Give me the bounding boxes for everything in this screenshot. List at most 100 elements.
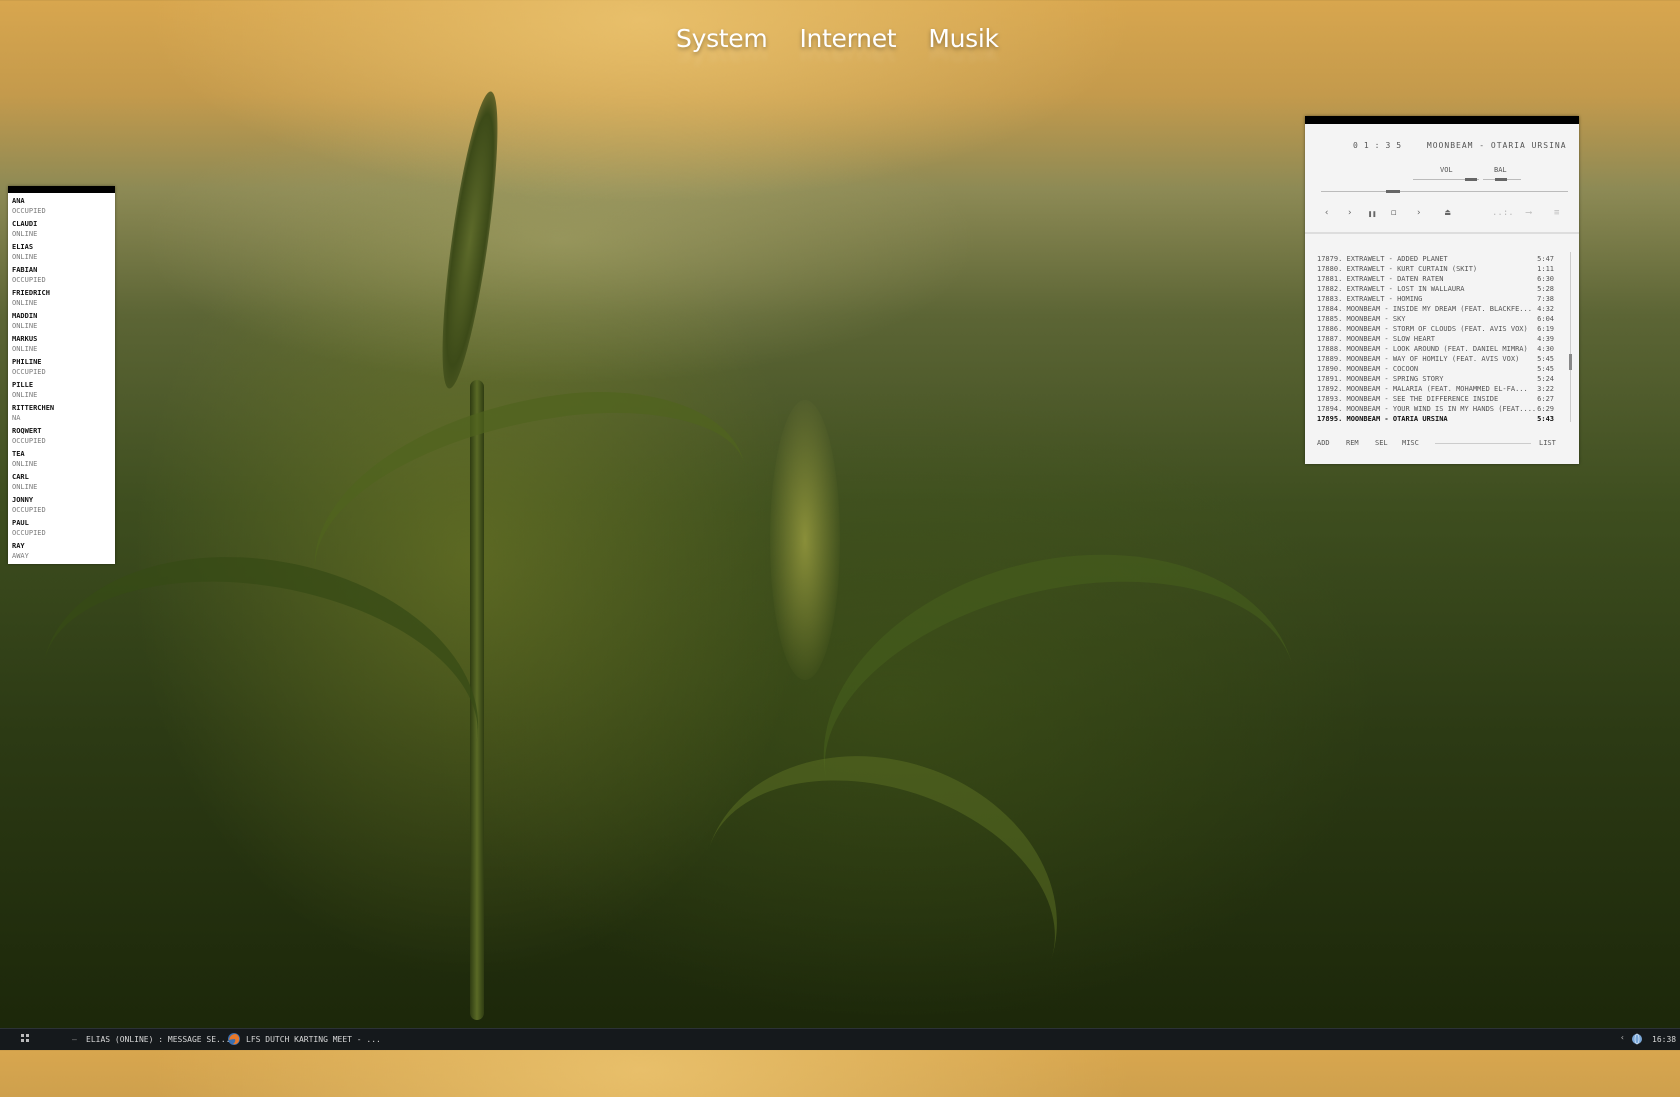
buddy-item[interactable]: Roqwert occupied xyxy=(12,426,115,449)
playlist-row[interactable]: 17891. Moonbeam - Spring Story 5:24 xyxy=(1317,374,1554,384)
buddy-item[interactable]: Maddin online xyxy=(12,311,115,334)
buddy-item[interactable]: Friedrich online xyxy=(12,288,115,311)
buddy-name: Roqwert xyxy=(12,427,42,435)
rewind-button[interactable]: › xyxy=(1347,208,1352,218)
track-length: 1:11 xyxy=(1537,265,1554,273)
track-length: 5:45 xyxy=(1537,355,1554,363)
buddy-item[interactable]: Fabian occupied xyxy=(12,265,115,288)
playlist-row[interactable]: 17885. Moonbeam - Sky 6:04 xyxy=(1317,314,1554,324)
track-name: 17886. Moonbeam - Storm of Clouds (Feat.… xyxy=(1317,325,1528,333)
buddy-list-window: Ana occupied Claudi online Elias online Fabian… xyxy=(8,186,115,564)
buddy-name: Carl xyxy=(12,473,29,481)
playlist-add-button[interactable]: ADD xyxy=(1317,439,1330,447)
track-name: 17885. Moonbeam - Sky xyxy=(1317,315,1406,323)
track-name: 17889. Moonbeam - Way of Homily (Feat. A… xyxy=(1317,355,1520,363)
buddy-status: occupied xyxy=(12,276,46,284)
track-name: 17881. Extrawelt - Daten Raten xyxy=(1317,275,1444,283)
eject-button[interactable]: ⏏ xyxy=(1445,208,1450,218)
playlist-row[interactable]: 17893. Moonbeam - See the Difference Ins… xyxy=(1317,394,1554,404)
balance-label: BAL xyxy=(1494,166,1507,174)
visualizer-dots[interactable]: ..:. xyxy=(1492,208,1514,218)
launcher-musik[interactable]: Musik xyxy=(928,24,999,53)
playlist-row[interactable]: 17880. Extrawelt - Kurt Curtain (Skit) 1:… xyxy=(1317,264,1554,274)
seek-bar-knob[interactable] xyxy=(1386,190,1400,193)
playlist-row[interactable]: 17882. Extrawelt - Lost in Wallaura 5:28 xyxy=(1317,284,1554,294)
playlist-scrollbar[interactable] xyxy=(1569,252,1572,422)
buddy-item[interactable]: Pille online xyxy=(12,380,115,403)
previous-button[interactable]: ‹ xyxy=(1324,208,1329,218)
track-length: 5:28 xyxy=(1537,285,1554,293)
apps-grid-icon[interactable] xyxy=(20,1033,30,1045)
volume-slider-knob[interactable] xyxy=(1465,178,1477,181)
player-titlebar[interactable] xyxy=(1305,116,1579,124)
track-length: 4:39 xyxy=(1537,335,1554,343)
buddy-item[interactable]: Ritterchen na xyxy=(12,403,115,426)
clock: 16:38 xyxy=(1652,1035,1677,1044)
track-length: 4:32 xyxy=(1537,305,1554,313)
task-pidgin-chat[interactable]: Elias (online) : Message Se... xyxy=(86,1035,231,1044)
track-length: 5:24 xyxy=(1537,375,1554,383)
playlist-list-button[interactable]: LIST xyxy=(1539,439,1556,447)
buddy-item[interactable]: Markus online xyxy=(12,334,115,357)
taskbar: – Elias (online) : Message Se... LFS Dut… xyxy=(0,1028,1680,1050)
track-length: 7:38 xyxy=(1537,295,1554,303)
buddy-item[interactable]: Jonny occupied xyxy=(12,495,115,518)
track-length: 3:22 xyxy=(1537,385,1554,393)
wallpaper-leaf xyxy=(295,370,765,672)
playlist-row[interactable]: 17881. Extrawelt - Daten Raten 6:30 xyxy=(1317,274,1554,284)
seek-bar[interactable] xyxy=(1321,191,1568,192)
pause-button[interactable]: ❚❚ xyxy=(1368,210,1376,218)
playlist-row[interactable]: 17889. Moonbeam - Way of Homily (Feat. A… xyxy=(1317,354,1554,364)
playlist-row[interactable]: 17892. Moonbeam - Malaria (Feat. Mohamme… xyxy=(1317,384,1554,394)
launcher-internet[interactable]: Internet xyxy=(799,24,896,53)
track-name: 17891. Moonbeam - Spring Story xyxy=(1317,375,1444,383)
buddy-item[interactable]: Claudi online xyxy=(12,219,115,242)
network-globe-icon[interactable] xyxy=(1631,1033,1643,1047)
stop-button[interactable]: ◻ xyxy=(1391,208,1396,218)
buddy-item[interactable]: Philine occupied xyxy=(12,357,115,380)
buddy-item[interactable]: Paul occupied xyxy=(12,518,115,541)
playlist-misc-button[interactable]: MISC xyxy=(1402,439,1419,447)
buddy-name: Jonny xyxy=(12,496,34,504)
playlist-row[interactable]: 17895. Moonbeam - Otaria Ursina 5:43 xyxy=(1317,414,1554,424)
buddy-status: na xyxy=(12,414,21,422)
task-firefox[interactable]: LFS Dutch Karting Meet - ... xyxy=(246,1035,381,1044)
buddy-name: Ray xyxy=(12,542,25,550)
wallpaper-leaf xyxy=(787,506,1333,944)
playlist-row[interactable]: 17890. Moonbeam - Cocoon 5:45 xyxy=(1317,364,1554,374)
playlist-row[interactable]: 17883. Extrawelt - Homing 7:38 xyxy=(1317,294,1554,304)
buddy-status: online xyxy=(12,253,38,261)
next-button[interactable]: › xyxy=(1416,208,1421,218)
playlist-select-button[interactable]: SEL xyxy=(1375,439,1388,447)
buddy-item[interactable]: Elias online xyxy=(12,242,115,265)
playlist-scrollbar-thumb[interactable] xyxy=(1569,354,1572,370)
buddy-name: Pille xyxy=(12,381,34,389)
track-name: 17880. Extrawelt - Kurt Curtain (Skit) xyxy=(1317,265,1478,273)
buddy-name: Maddin xyxy=(12,312,38,320)
buddy-status: occupied xyxy=(12,437,46,445)
tray-expand-icon[interactable]: ‹ xyxy=(1620,1033,1625,1042)
playlist-row[interactable]: 17886. Moonbeam - Storm of Clouds (Feat.… xyxy=(1317,324,1554,334)
player-divider xyxy=(1305,232,1579,234)
playlist-row[interactable]: 17888. Moonbeam - Look Around (Feat. Dan… xyxy=(1317,344,1554,354)
minimize-icon[interactable]: – xyxy=(72,1035,77,1044)
buddy-item[interactable]: Ana occupied xyxy=(12,196,115,219)
wallpaper-stem xyxy=(470,380,484,1020)
menu-button[interactable]: ≡ xyxy=(1554,208,1559,218)
buddy-item[interactable]: Tea online xyxy=(12,449,115,472)
now-playing: 01:35 Moonbeam - Otaria Ursina xyxy=(1353,141,1567,150)
wallpaper-wheat-ear xyxy=(431,88,509,392)
balance-slider-knob[interactable] xyxy=(1495,178,1507,181)
track-length: 6:29 xyxy=(1537,405,1554,413)
playlist-row[interactable]: 17894. Moonbeam - Your Wind Is In My Han… xyxy=(1317,404,1554,414)
launcher-system[interactable]: System xyxy=(676,24,768,53)
buddy-list-titlebar[interactable] xyxy=(8,186,115,193)
shuffle-arrow-button[interactable]: ⟶ xyxy=(1526,208,1531,218)
playlist-row[interactable]: 17884. Moonbeam - Inside My Dream (Feat.… xyxy=(1317,304,1554,314)
playlist-remove-button[interactable]: REM xyxy=(1346,439,1359,447)
playlist-row[interactable]: 17887. Moonbeam - Slow Heart 4:39 xyxy=(1317,334,1554,344)
track-length: 5:45 xyxy=(1537,365,1554,373)
buddy-item[interactable]: Ray away xyxy=(12,541,115,564)
buddy-item[interactable]: Carl online xyxy=(12,472,115,495)
playlist-row[interactable]: 17879. Extrawelt - Added Planet 5:47 xyxy=(1317,254,1554,264)
